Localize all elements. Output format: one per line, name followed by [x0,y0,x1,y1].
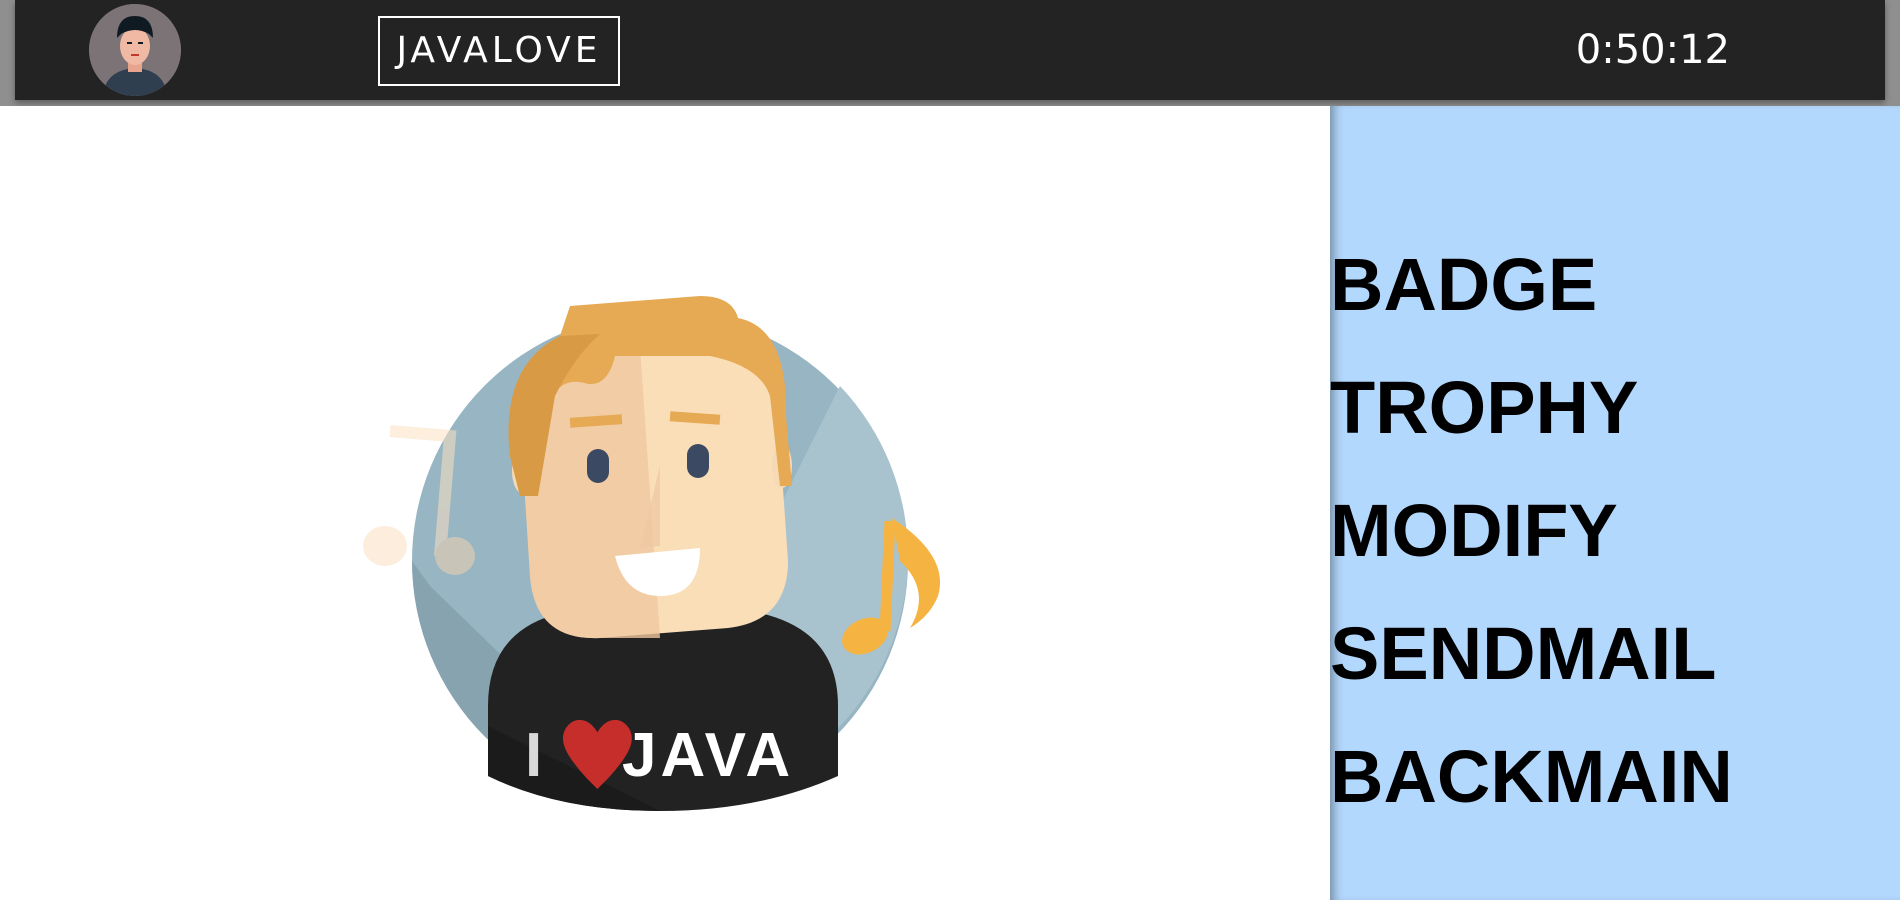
java-lover-illustration: I JAVA [360,256,960,816]
main-content: I JAVA [0,106,1330,900]
menu-item-trophy[interactable]: TROPHY [1330,346,1733,469]
sidebar-menu: BADGE TROPHY MODIFY SENDMAIL BACKMAIN [1330,106,1900,900]
top-bar: JAVALOVE 0:50:12 [15,0,1885,100]
shirt-text-i: I [525,721,542,790]
user-avatar-icon[interactable] [89,4,181,96]
brand-logo[interactable]: JAVALOVE [378,16,620,86]
session-timer: 0:50:12 [1575,27,1730,73]
menu-item-sendmail[interactable]: SENDMAIL [1330,592,1733,715]
menu-item-backmain[interactable]: BACKMAIN [1330,715,1733,838]
menu-list: BADGE TROPHY MODIFY SENDMAIL BACKMAIN [1330,223,1733,838]
shirt-text-java: JAVA [622,721,794,790]
menu-item-badge[interactable]: BADGE [1330,223,1733,346]
menu-item-modify[interactable]: MODIFY [1330,469,1733,592]
